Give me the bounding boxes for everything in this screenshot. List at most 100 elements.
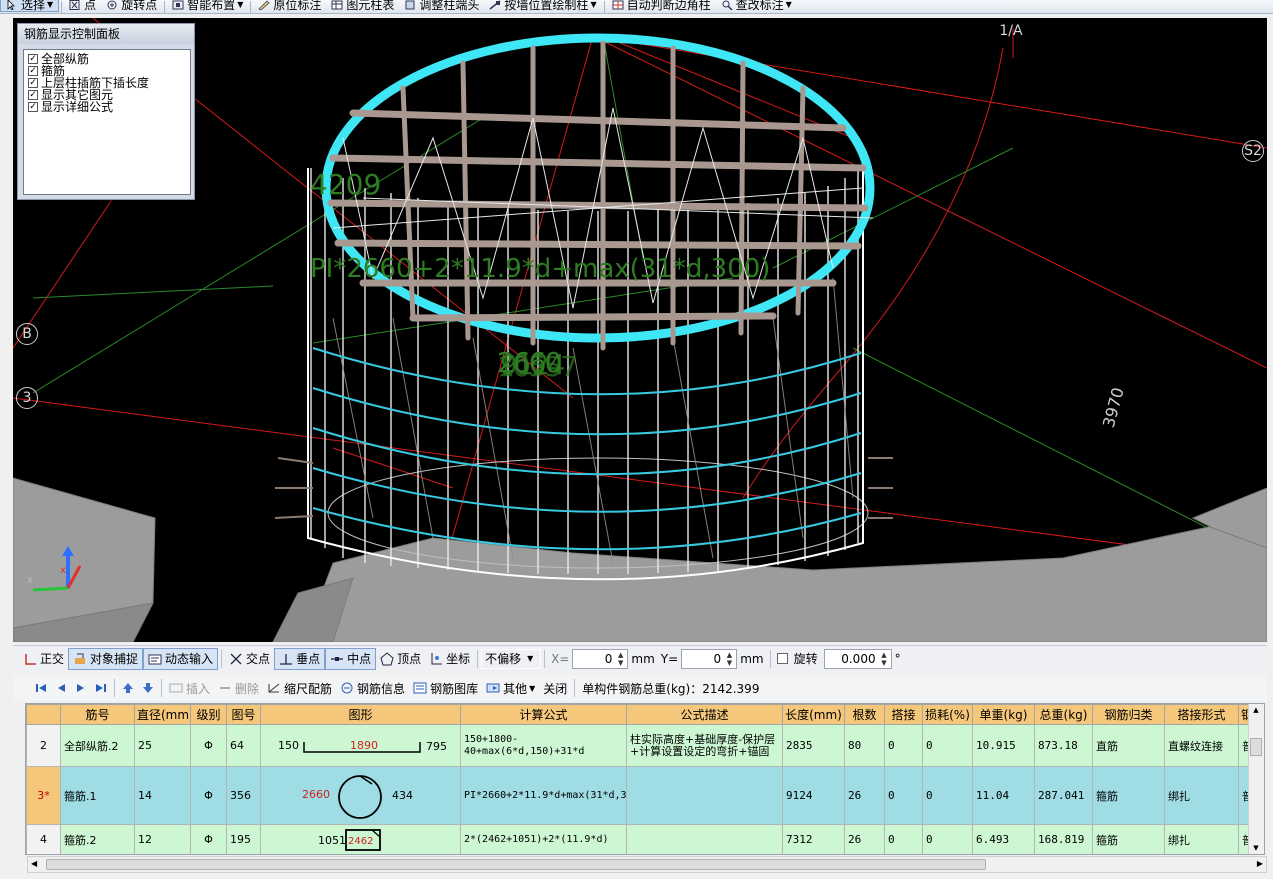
header-category[interactable]: 钢筋归类 bbox=[1092, 704, 1165, 725]
next-record-button[interactable] bbox=[71, 682, 91, 694]
cell-loss[interactable]: 0 bbox=[922, 724, 973, 767]
cell-description[interactable]: 柱实际高度+基础厚度-保护层+计算设置设定的弯折+锚固 bbox=[626, 724, 783, 767]
point-tool[interactable]: 点 bbox=[64, 0, 101, 12]
table-row[interactable]: 3* 箍筋.1 14 Φ 356 2660 434 PI*2660+2*11.9… bbox=[26, 766, 1253, 825]
cell-name[interactable]: 全部纵筋.2 bbox=[60, 724, 135, 767]
header-formula-desc[interactable]: 公式描述 bbox=[626, 704, 783, 725]
cell-count[interactable]: 26 bbox=[844, 824, 885, 854]
cell-formula[interactable]: PI*2660+2*11.9*d+max(31*d,300) bbox=[460, 766, 627, 825]
cell-unit-weight[interactable]: 10.915 bbox=[972, 724, 1035, 767]
header-diameter[interactable]: 直径(mm) bbox=[134, 704, 191, 725]
checkbox-icon[interactable]: ✓ bbox=[28, 90, 38, 100]
cell-lap-type[interactable]: 直螺纹连接 bbox=[1164, 724, 1239, 767]
cell-total-weight[interactable]: 287.041 bbox=[1034, 766, 1093, 825]
first-record-button[interactable] bbox=[31, 682, 51, 694]
horizontal-scrollbar[interactable]: ◀ ▶ bbox=[27, 856, 1267, 873]
chevron-down-icon[interactable]: ▼ bbox=[590, 0, 596, 11]
header-lap-type[interactable]: 搭接形式 bbox=[1164, 704, 1239, 725]
cell-shape[interactable]: 150 1890 795 bbox=[260, 724, 461, 767]
cell-unit-weight[interactable]: 6.493 bbox=[972, 824, 1035, 854]
cell-shape[interactable]: 2660 434 bbox=[260, 766, 461, 825]
cell-length[interactable]: 2835 bbox=[782, 724, 845, 767]
table-row[interactable]: 4 箍筋.2 12 Φ 195 1051 2462 2*(2462+1051)+… bbox=[26, 824, 1253, 854]
cell-figure-no[interactable]: 64 bbox=[226, 724, 261, 767]
header-bar-no[interactable]: 筋号 bbox=[60, 704, 135, 725]
cell-category[interactable]: 箍筋 bbox=[1092, 766, 1165, 825]
rotate-point-tool[interactable]: 旋转点 bbox=[101, 0, 162, 12]
header-figure-no[interactable]: 图号 bbox=[226, 704, 261, 725]
header-loss[interactable]: 损耗(%) bbox=[922, 704, 973, 725]
header-total-weight[interactable]: 总重(kg) bbox=[1034, 704, 1093, 725]
scroll-up-icon[interactable]: ▲ bbox=[1251, 706, 1261, 714]
cell-diameter[interactable]: 14 bbox=[134, 766, 191, 825]
cell-shape[interactable]: 1051 2462 bbox=[260, 824, 461, 854]
cell-lap-type[interactable]: 绑扎 bbox=[1164, 824, 1239, 854]
header-unit-weight[interactable]: 单重(kg) bbox=[972, 704, 1035, 725]
spinner-icon[interactable]: ▲ ▼ bbox=[724, 651, 732, 667]
cell-diameter[interactable]: 12 bbox=[134, 824, 191, 854]
table-row[interactable]: 2 全部纵筋.2 25 Φ 64 150 1890 795 150+1800-4… bbox=[26, 724, 1253, 767]
vertical-scrollbar[interactable]: ▲ ▼ bbox=[1248, 704, 1264, 854]
cell-description[interactable] bbox=[626, 824, 783, 854]
cell-unit-weight[interactable]: 11.04 bbox=[972, 766, 1035, 825]
cell-figure-no[interactable]: 195 bbox=[226, 824, 261, 854]
rebar-display-panel[interactable]: 钢筋显示控制面板 ✓ 全部纵筋 ✓ 箍筋 ✓ 上层柱插筋下插长度 ✓ 显示其它图元 ✓ 显… bbox=[17, 23, 195, 200]
chevron-down-icon[interactable]: ▼ bbox=[237, 0, 243, 11]
in-place-annotation-tool[interactable]: 原位标注 bbox=[253, 0, 326, 12]
insert-button[interactable]: 插入 bbox=[165, 680, 214, 697]
header-lap[interactable]: 搭接 bbox=[884, 704, 923, 725]
check-annotation-tool[interactable]: 查改标注 ▼ bbox=[716, 0, 797, 12]
cell-formula[interactable]: 2*(2462+1051)+2*(11.9*d) bbox=[460, 824, 627, 854]
cell-grade[interactable]: Φ bbox=[190, 824, 227, 854]
cell-category[interactable]: 箍筋 bbox=[1092, 824, 1165, 854]
checkbox-icon[interactable]: ✓ bbox=[28, 66, 38, 76]
cell-loss[interactable]: 0 bbox=[922, 824, 973, 854]
offset-select[interactable]: 不偏移 ▼ bbox=[481, 648, 542, 669]
horizontal-scroll-thumb[interactable] bbox=[46, 859, 986, 870]
auto-corner-column-tool[interactable]: 自动判断边角柱 bbox=[607, 0, 716, 12]
scroll-down-icon[interactable]: ▼ bbox=[1251, 844, 1261, 852]
move-up-button[interactable] bbox=[118, 682, 138, 694]
perpendicular-snap[interactable]: 垂点 bbox=[274, 647, 326, 670]
spinner-icon[interactable]: ▲ ▼ bbox=[615, 651, 623, 667]
chevron-down-icon[interactable]: ▼ bbox=[786, 0, 792, 11]
cell-total-weight[interactable]: 873.18 bbox=[1034, 724, 1093, 767]
cell-length[interactable]: 9124 bbox=[782, 766, 845, 825]
scroll-left-icon[interactable]: ◀ bbox=[31, 859, 37, 868]
close-button[interactable]: 关闭 bbox=[539, 680, 571, 697]
x-input[interactable]: 0 ▲ ▼ bbox=[572, 648, 629, 669]
cell-count[interactable]: 26 bbox=[844, 766, 885, 825]
delete-button[interactable]: 删除 bbox=[214, 680, 263, 697]
scale-rebar-button[interactable]: 缩尺配筋 bbox=[263, 680, 336, 697]
cell-total-weight[interactable]: 168.819 bbox=[1034, 824, 1093, 854]
rebar-info-button[interactable]: 钢筋信息 bbox=[336, 680, 409, 697]
rebar-library-button[interactable]: 钢筋图库 bbox=[409, 680, 482, 697]
other-menu-button[interactable]: 其他 ▼ bbox=[482, 680, 539, 697]
vertical-scroll-thumb[interactable] bbox=[1250, 738, 1262, 756]
cell-grade[interactable]: Φ bbox=[190, 724, 227, 767]
header-formula[interactable]: 计算公式 bbox=[460, 704, 627, 725]
select-tool[interactable]: 选择 ▼ bbox=[0, 0, 60, 12]
cell-name[interactable]: 箍筋.2 bbox=[60, 824, 135, 854]
y-input[interactable]: 0 ▲ ▼ bbox=[681, 648, 738, 669]
cell-lap[interactable]: 0 bbox=[884, 766, 923, 825]
cell-description[interactable] bbox=[626, 766, 783, 825]
coordinate-snap[interactable]: 坐标 bbox=[425, 648, 474, 670]
header-count[interactable]: 根数 bbox=[844, 704, 885, 725]
smart-layout-tool[interactable]: 智能布置 ▼ bbox=[167, 0, 248, 12]
3d-viewport[interactable]: x x 4209 PI*2660+2*11.9*d+max(31*d,300) … bbox=[13, 18, 1267, 642]
checkbox-icon[interactable]: ✓ bbox=[28, 78, 38, 88]
header-shape[interactable]: 图形 bbox=[260, 704, 461, 725]
header-length[interactable]: 长度(mm) bbox=[782, 704, 845, 725]
rotate-input[interactable]: 0.000 ▲ ▼ bbox=[823, 648, 892, 669]
cell-count[interactable]: 80 bbox=[844, 724, 885, 767]
checkbox-icon[interactable]: ✓ bbox=[28, 102, 38, 112]
object-snap-toggle[interactable]: 对象捕捉 bbox=[68, 647, 144, 670]
chevron-down-icon[interactable]: ▼ bbox=[47, 0, 53, 11]
prev-record-button[interactable] bbox=[51, 682, 71, 694]
column-table-tool[interactable]: 图元柱表 bbox=[326, 0, 399, 12]
dynamic-input-toggle[interactable]: 动态输入 bbox=[143, 647, 219, 670]
cell-lap-type[interactable]: 绑扎 bbox=[1164, 766, 1239, 825]
cell-category[interactable]: 直筋 bbox=[1092, 724, 1165, 767]
cell-lap[interactable]: 0 bbox=[884, 824, 923, 854]
